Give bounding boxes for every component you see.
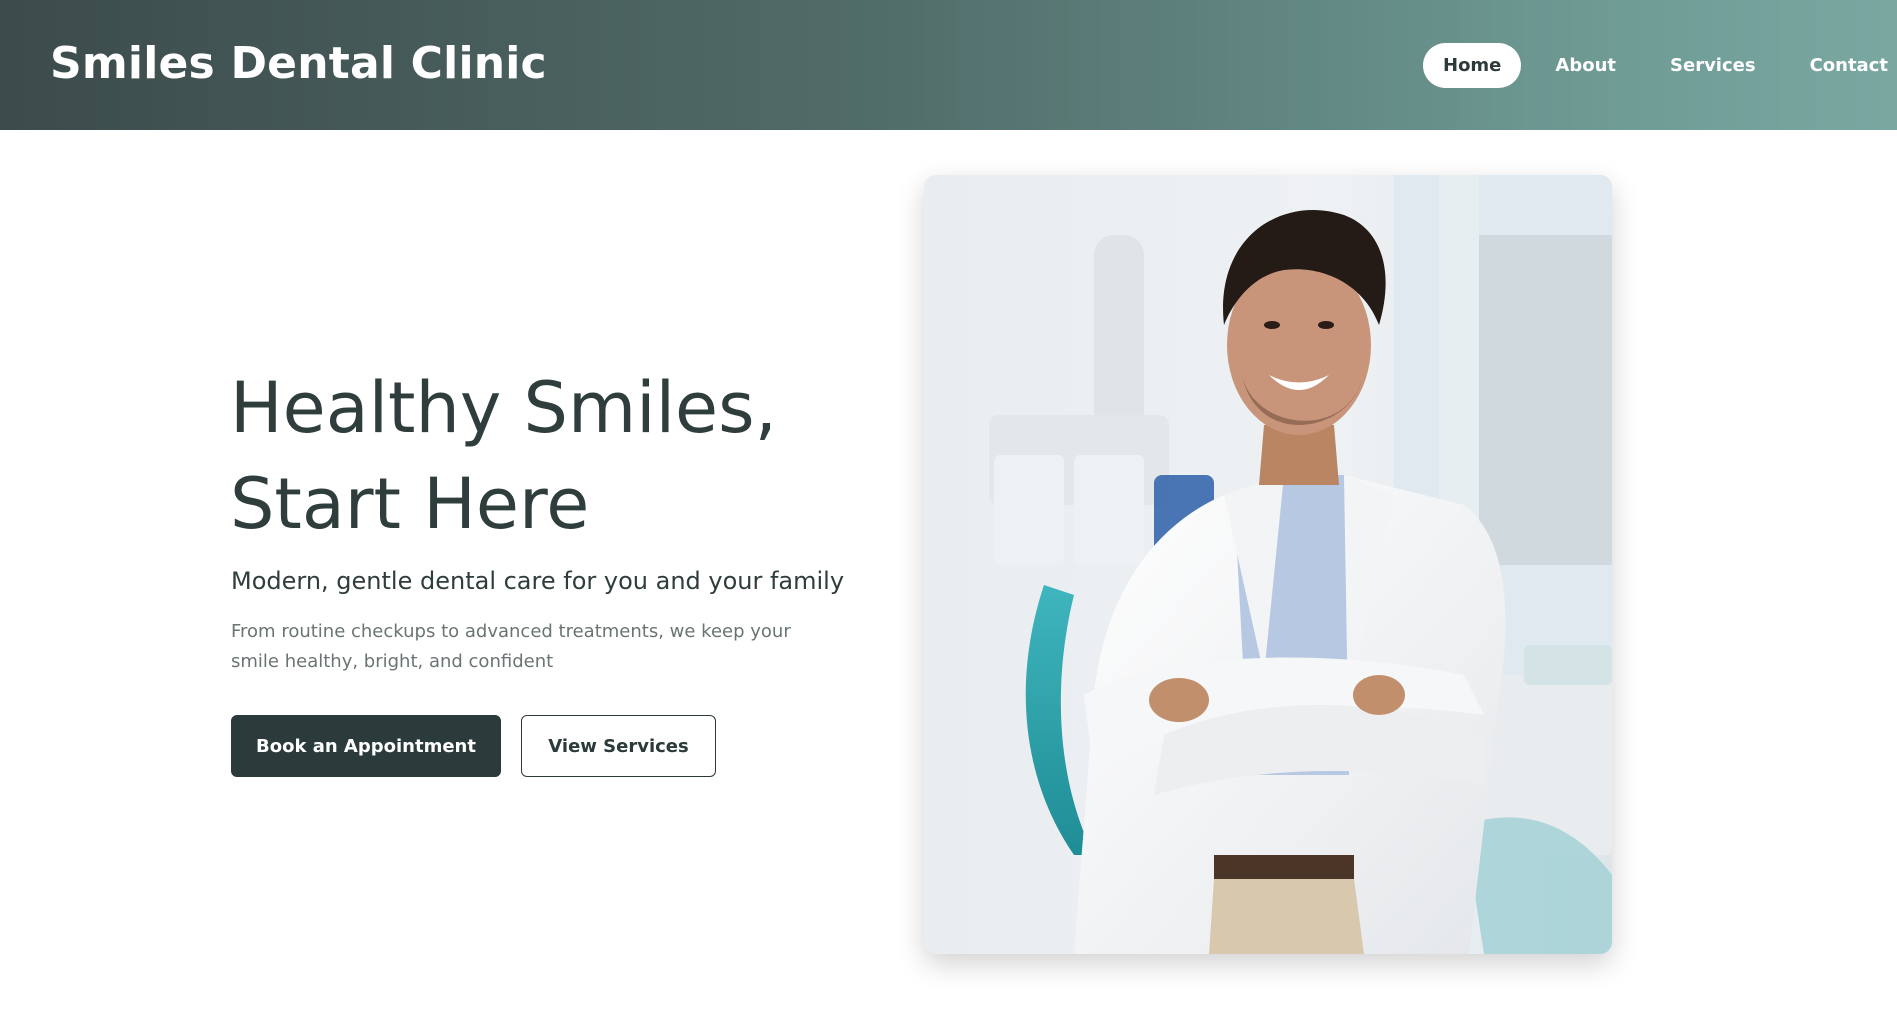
main-nav: Home About Services Contact (1423, 43, 1897, 88)
site-header: Smiles Dental Clinic Home About Services… (0, 0, 1897, 130)
hero-title-line1: Healthy Smiles, (230, 367, 777, 449)
dentist-illustration (924, 175, 1612, 954)
nav-home[interactable]: Home (1423, 43, 1522, 88)
book-appointment-button[interactable]: Book an Appointment (231, 715, 501, 777)
hero-subtitle: Modern, gentle dental care for you and y… (231, 567, 845, 595)
hero-title-line2: Start Here (230, 463, 590, 545)
hero-title: Healthy Smiles, Start Here (230, 360, 870, 552)
hero-description: From routine checkups to advanced treatm… (231, 621, 791, 672)
nav-contact[interactable]: Contact (1790, 43, 1897, 88)
nav-about[interactable]: About (1535, 43, 1636, 88)
dentist-photo (924, 175, 1612, 954)
nav-services[interactable]: Services (1650, 43, 1776, 88)
site-brand[interactable]: Smiles Dental Clinic (50, 38, 547, 89)
view-services-button[interactable]: View Services (521, 715, 716, 777)
